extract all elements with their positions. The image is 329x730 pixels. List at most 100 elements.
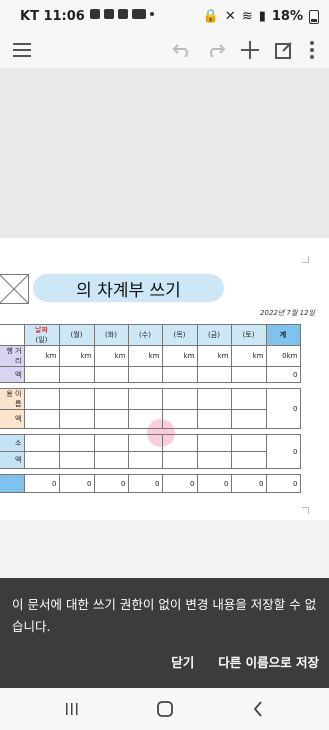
table-row: 용 이름 0 (0, 388, 301, 429)
km-cell: km (161, 345, 198, 367)
dot-icon (150, 12, 154, 16)
add-icon[interactable] (236, 36, 264, 64)
header-blank (0, 324, 25, 346)
table-cell (196, 434, 232, 452)
logbook-table: 날짜 (일) (월) (화) (수) (목) (금) (토) 계 행 거리 km … (0, 324, 301, 493)
more-options-icon[interactable] (298, 36, 326, 64)
day-label: (일) (35, 336, 48, 344)
total-cell: 0 (127, 474, 163, 493)
document-date: 2022년 7월 12일 (260, 309, 315, 317)
page-corner-mark (302, 507, 309, 514)
back-icon[interactable] (246, 698, 270, 720)
table-cell (230, 388, 267, 410)
table-cell (127, 409, 163, 429)
table-cell (93, 434, 129, 452)
snackbar-actions: 닫기 다른 이름으로 저장 (171, 652, 319, 671)
km-cell: km (23, 345, 60, 367)
table-cell (196, 366, 232, 383)
row-label: 행 거리 (0, 345, 25, 367)
table-cell (161, 388, 198, 410)
system-nav-bar (0, 688, 329, 730)
table-cell (127, 388, 163, 410)
battery-icon (309, 9, 319, 24)
total-cell: 0 (23, 474, 60, 493)
mute-icon: ✕ (224, 9, 236, 24)
total-header: 계 (265, 324, 301, 346)
km-cell: km (58, 345, 95, 367)
save-as-button[interactable]: 다른 이름으로 저장 (218, 652, 319, 671)
total-cell: 0 (93, 474, 129, 493)
total-cell: 0 (265, 474, 301, 493)
table-cell (127, 366, 163, 383)
document-viewport[interactable]: 의 차계부 쓰기 2022년 7월 12일 날짜 (일) (월) (화) (수) … (0, 68, 329, 520)
totals-label-cell (0, 474, 25, 493)
km-cell: km (127, 345, 163, 367)
day-header: (토) (230, 324, 267, 346)
date-label: 날짜 (35, 326, 48, 334)
snackbar-message: 이 문서에 대한 쓰기 권한이 없이 변경 내용을 저장할 수 없습니다. (12, 597, 317, 634)
home-icon[interactable] (153, 698, 177, 720)
battery-percent: 18% (271, 9, 303, 24)
close-button[interactable]: 닫기 (171, 652, 194, 671)
lock-icon: 🔒 (202, 9, 219, 24)
table-cell (58, 451, 95, 469)
camera-icon (104, 9, 114, 19)
youtube-icon (132, 9, 146, 19)
table-cell (58, 388, 95, 410)
table-row: 소 0 (0, 434, 301, 469)
document-title: 의 차계부 쓰기 (33, 274, 224, 302)
table-cell (230, 409, 267, 429)
document-page: 의 차계부 쓰기 2022년 7월 12일 날짜 (일) (월) (화) (수) … (0, 238, 329, 520)
table-cell (196, 451, 232, 469)
day-header: (월) (58, 324, 95, 346)
undo-icon[interactable] (168, 36, 196, 64)
header-row: 날짜 (일) (월) (화) (수) (목) (금) (토) 계 (0, 324, 301, 346)
table-cell (196, 409, 232, 429)
table-cell (196, 388, 232, 410)
table-row: 액 (0, 451, 300, 469)
table-cell (127, 434, 163, 452)
table-cell (58, 366, 95, 383)
status-time: KT 11:06 (20, 9, 85, 24)
table-cell (23, 388, 60, 410)
total-cell: 0 (265, 366, 301, 383)
day-header: (목) (161, 324, 198, 346)
total-cell: 0 (230, 474, 267, 493)
table-cell (93, 366, 129, 383)
row-label: 소 (0, 434, 25, 452)
system-icons: 🔒 ✕ ≋ ▮ 18% (203, 9, 319, 24)
wifi-icon: ≋ (241, 9, 253, 24)
table-row: 액 (0, 409, 300, 429)
total-cell: 0 (265, 434, 301, 469)
day-header: (화) (93, 324, 129, 346)
notification-icons (90, 9, 154, 19)
row-label: 액 (0, 451, 25, 469)
table-cell (230, 434, 267, 452)
hamburger-icon (13, 43, 31, 57)
instagram-icon (118, 9, 128, 19)
day-header: (금) (196, 324, 232, 346)
total-cell: 0 (58, 474, 95, 493)
status-bar: KT 11:06 🔒 ✕ ≋ ▮ 18% (0, 0, 329, 32)
table-cell (93, 451, 129, 469)
table-cell (23, 434, 60, 452)
table-cell (161, 409, 198, 429)
table-cell (161, 451, 198, 469)
recent-apps-icon[interactable] (60, 698, 84, 720)
row-label: 액 (0, 366, 25, 383)
table-row: 액 0 (0, 366, 301, 383)
totals-row: 0 0 0 0 0 0 0 0 (0, 474, 301, 493)
total-cell: 0 (196, 474, 232, 493)
table-cell (58, 434, 95, 452)
table-cell (58, 409, 95, 429)
menu-icon[interactable] (8, 36, 36, 64)
edit-icon[interactable] (270, 36, 298, 64)
table-cell (23, 409, 60, 429)
redo-icon[interactable] (202, 36, 230, 64)
permission-snackbar: 이 문서에 대한 쓰기 권한이 없이 변경 내용을 저장할 수 없습니다. 닫기… (0, 578, 329, 688)
day-header: 날짜 (일) (23, 324, 60, 346)
km-cell: km (230, 345, 267, 367)
page-corner-mark (302, 256, 309, 263)
table-cell (93, 388, 129, 410)
row-label: 용 이름 (0, 388, 25, 410)
